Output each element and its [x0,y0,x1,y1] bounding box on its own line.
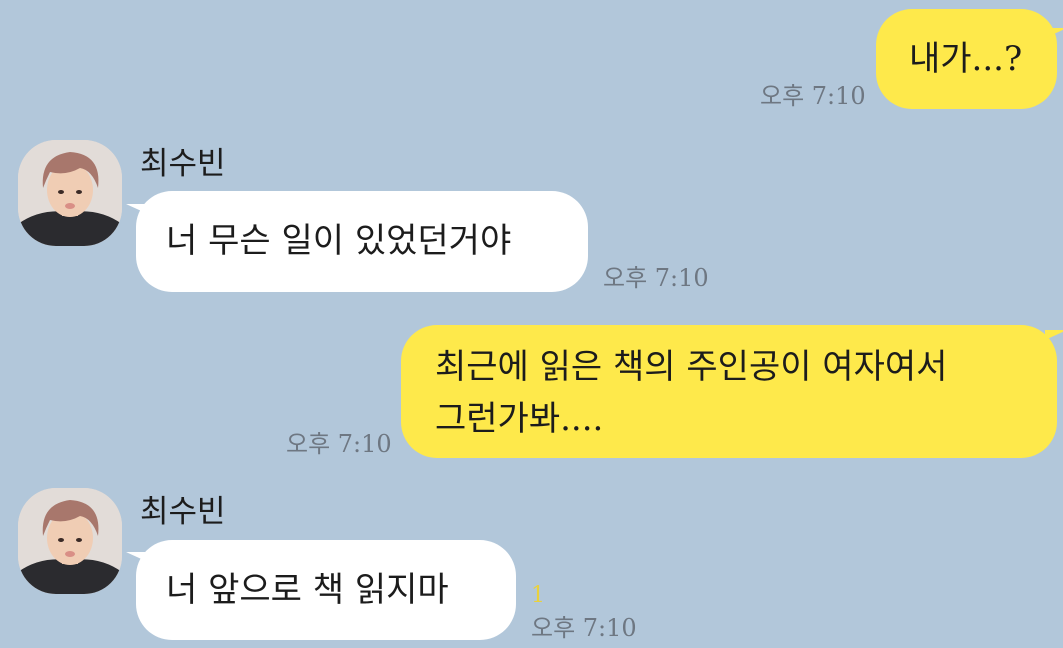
message-time: 오후 7:10 [286,430,392,458]
sender-name: 최수빈 [140,146,226,182]
other-message-bubble[interactable]: 너 무슨 일이 있었던거야 [136,191,588,292]
message-text: 너 앞으로 책 읽지마 [166,570,449,610]
avatar[interactable] [18,140,122,246]
message-text-line: 그런가봐.... [435,399,604,439]
message-text-line: 최근에 읽은 책의 주인공이 여자여서 [435,347,948,387]
unread-count-badge: 1 [531,583,545,608]
profile-photo-icon [18,140,122,246]
avatar[interactable] [18,488,122,594]
my-message-bubble[interactable]: 최근에 읽은 책의 주인공이 여자여서 그런가봐.... [401,325,1057,458]
profile-photo-icon [18,488,122,594]
bubble-tail [1045,330,1063,340]
chat-screen: { "colors": { "background": "#b2c7da", "… [0,0,1063,648]
message-text: 너 무슨 일이 있었던거야 [166,221,512,261]
bubble-tail [1045,28,1063,38]
message-text: 내가...? [909,39,1023,79]
other-message-bubble[interactable]: 너 앞으로 책 읽지마 [136,540,516,640]
my-message-bubble[interactable]: 내가...? [876,9,1057,109]
message-time: 오후 7:10 [603,264,709,292]
message-time: 오후 7:10 [531,614,637,642]
sender-name: 최수빈 [140,494,226,530]
message-time: 오후 7:10 [760,82,866,110]
